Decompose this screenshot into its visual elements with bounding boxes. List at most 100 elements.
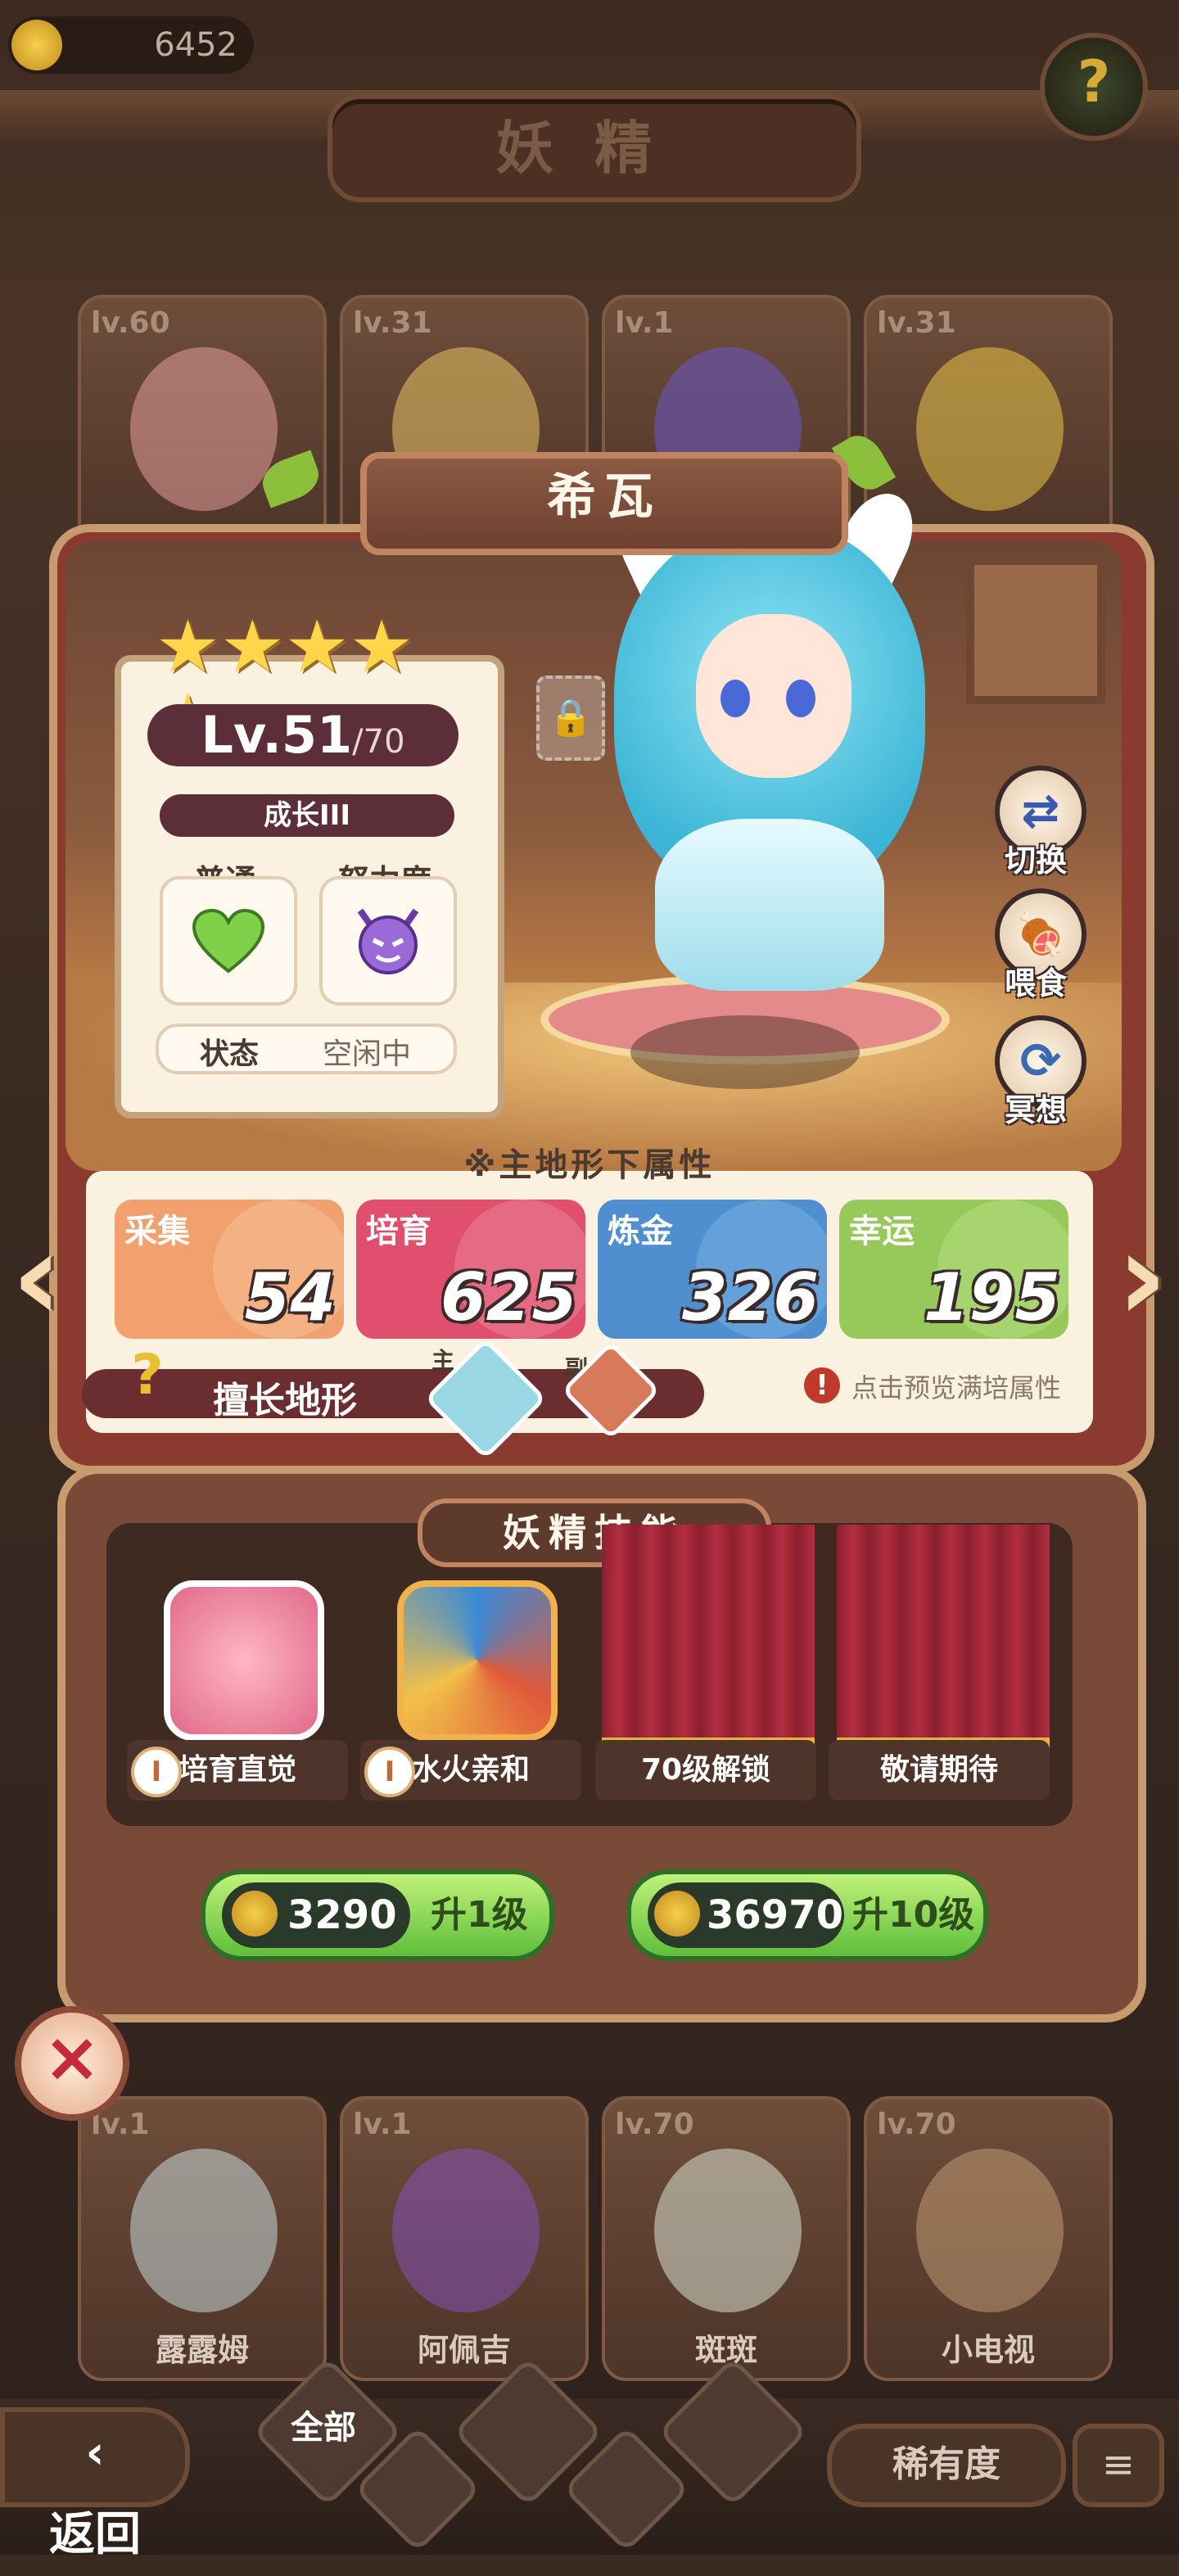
back-label: 返回 [49,2508,141,2561]
stat-label: 培育 [366,1213,431,1250]
stat-label: 幸运 [849,1213,915,1250]
upgrade-cost: 3290 [287,1892,397,1938]
coin-icon [232,1891,278,1937]
rarity-sort-button[interactable]: 稀有度 [827,2424,1066,2507]
growth-badge: 成长III [160,794,454,837]
skill-info-icon[interactable]: I [131,1747,182,1797]
card-level: lv.1 [615,306,674,340]
page-title: 妖精 [496,115,693,182]
level-max: /70 [352,723,405,761]
warning-icon[interactable]: ! [804,1367,840,1403]
effort-box[interactable] [319,876,457,1006]
stat-value: 54 [244,1259,336,1335]
upgrade-action: 升1级 [431,1894,528,1936]
card-portrait [654,2149,802,2312]
stat-gather: 采集 54 [115,1200,344,1339]
fairy-name-plate: 希瓦 [360,452,848,555]
locked-skill-curtain [602,1525,815,1749]
room-window [966,557,1105,704]
prev-fairy-arrow[interactable]: ‹ [0,1212,74,1343]
card-portrait [916,347,1064,511]
card-level: lv.70 [877,2108,956,2141]
stat-alchemy: 炼金 326 [598,1200,827,1339]
level-value: Lv.51 [201,705,353,765]
mood-box[interactable] [160,876,297,1006]
question-icon: ? [1077,48,1111,115]
lock-icon: 🔒 [548,697,594,739]
background-fairy-card[interactable]: lv.1 阿佩吉 [340,2096,589,2381]
status-label: 状态 [200,1037,260,1071]
stat-luck: 幸运 195 [839,1200,1068,1339]
character-face [696,614,852,778]
skill-water-fire-affinity-icon[interactable] [397,1580,558,1741]
coin-value: 6452 [154,26,237,64]
skill-label-text: 敬请期待 [879,1753,998,1787]
stat-value: 625 [440,1259,577,1335]
lock-button[interactable]: 🔒 [536,676,605,761]
level-pill: Lv.51/70 [147,704,458,766]
character-dress [655,819,884,991]
card-level: lv.70 [615,2108,694,2141]
back-button[interactable]: ‹ 返回 [0,2407,190,2561]
character-eye [720,680,750,717]
upgrade-action: 升10级 [852,1894,975,1936]
sprout-help-icon[interactable]: ? [115,1343,180,1408]
filter-all-label: 全部 [291,2409,356,2447]
card-name: 阿佩吉 [417,2332,511,2368]
stats-title: ※主地形下属性 [463,1146,716,1184]
coin-icon [11,20,62,70]
card-portrait [916,2149,1064,2312]
skill-info-icon[interactable]: I [364,1747,415,1797]
stat-value: 326 [682,1259,819,1335]
background-fairy-card[interactable]: lv.70 小电视 [864,2096,1113,2381]
meditate-label: 冥想 [1004,1092,1067,1128]
coming-soon-curtain [837,1525,1050,1749]
stat-label: 采集 [124,1213,190,1250]
card-level: lv.1 [353,2108,412,2141]
background-fairy-card[interactable]: lv.70 斑斑 [602,2096,851,2381]
preview-full-stats-link[interactable]: 点击预览满培属性 [852,1367,1061,1405]
star-icon: ★ [284,604,350,689]
coin-icon [654,1891,700,1937]
star-icon: ★ [349,604,414,689]
card-portrait [130,2149,278,2312]
next-fairy-arrow[interactable]: › [1105,1212,1179,1343]
upgrade-10-level-button[interactable]: 36970 升10级 [626,1869,988,1961]
card-name: 露露姆 [155,2332,249,2368]
background-fairy-card[interactable]: lv.1 露露姆 [78,2096,327,2381]
character-shadow [630,1015,860,1089]
skill-label: 敬请期待 [829,1740,1050,1801]
star-icon: ★ [156,604,220,689]
upgrade-cost: 36970 [707,1892,843,1938]
help-button[interactable]: ? [1040,33,1148,141]
coin-counter: 6452 [8,16,254,74]
skill-label-text: 水火亲和 [411,1753,530,1787]
star-icon: ★ [219,604,285,689]
heart-icon [192,909,264,974]
sort-icon: ≡ [1101,2442,1136,2488]
fairy-character[interactable] [573,481,966,1015]
terrain-label: 擅长地形 [213,1380,357,1421]
upgrade-1-level-button[interactable]: 3290 升1级 [201,1869,554,1961]
feed-label: 喂食 [1004,965,1067,1001]
background-fairy-card[interactable]: lv.60 [78,295,327,547]
stat-value: 195 [924,1259,1060,1335]
devil-icon [357,908,419,974]
star-rating: ★★★★★ [156,604,458,757]
card-portrait [392,2149,540,2312]
card-portrait [130,347,278,511]
sort-order-button[interactable]: ≡ [1073,2424,1164,2507]
skill-breeding-intuition-icon[interactable] [164,1580,324,1741]
back-icon: ‹ [85,2426,105,2479]
close-icon: × [43,2017,102,2097]
fairy-name: 希瓦 [547,468,662,526]
skill-label-text: 70级解锁 [640,1753,771,1787]
skill-label-text: 培育直觉 [178,1753,296,1787]
switch-label: 切换 [1004,843,1067,879]
close-button[interactable]: × [15,2006,129,2121]
status-row: 状态 空闲中 [156,1024,457,1074]
stat-breed: 培育 625 [356,1200,585,1339]
sprout-question-glyph: ? [131,1343,164,1408]
card-name: 小电视 [941,2332,1035,2368]
card-level: lv.31 [353,306,432,340]
